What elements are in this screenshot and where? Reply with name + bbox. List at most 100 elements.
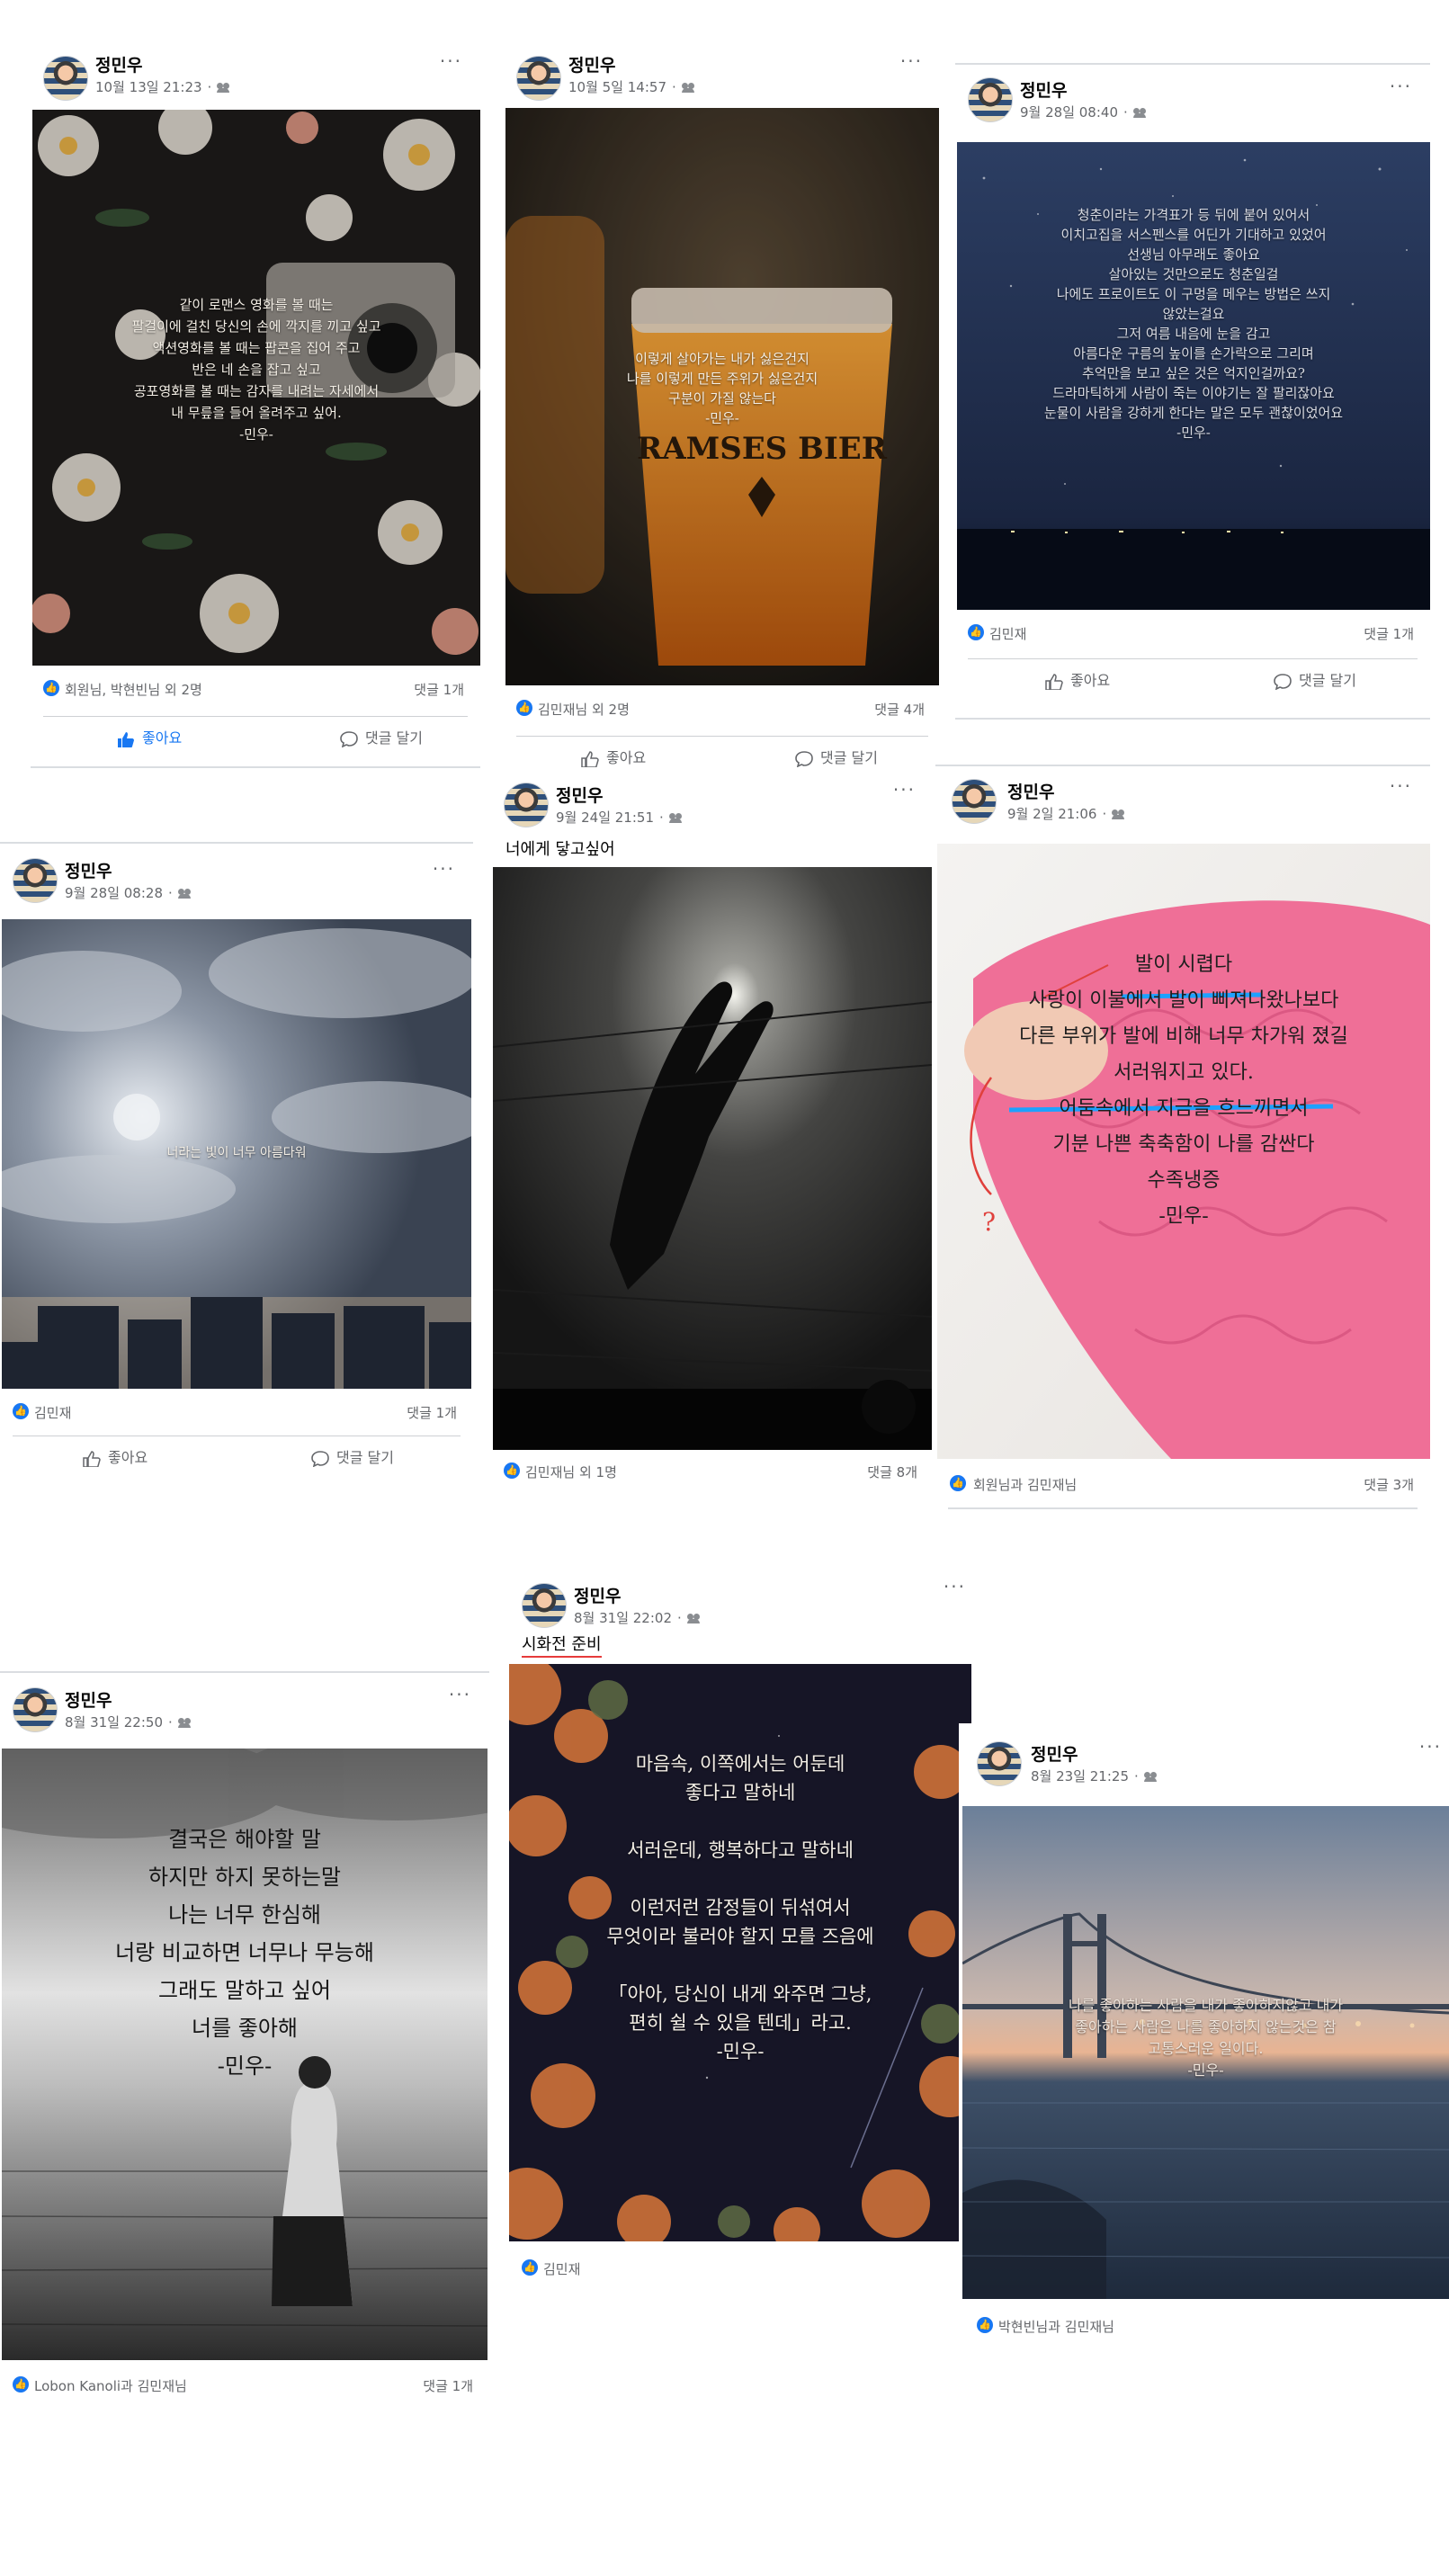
author-name[interactable]: 정민우 bbox=[556, 783, 603, 807]
more-options-button[interactable]: ··· bbox=[1390, 76, 1412, 97]
post-overlay-text: 결국은 해야할 말 하지만 하지 못하는말 나는 너무 한심해 너랑 비교하면 … bbox=[115, 1827, 374, 2079]
author-name[interactable]: 정민우 bbox=[65, 858, 112, 882]
comment-count[interactable]: 댓글 1개 bbox=[423, 2376, 473, 2395]
post-photo[interactable]: 청춘이라는 가격표가 등 뒤에 붙어 있어서 이치고집을 서스펜스를 어딘가 기… bbox=[957, 142, 1430, 610]
post-time[interactable]: 10월 5일 14:57 bbox=[568, 79, 666, 95]
post-time[interactable]: 9월 28일 08:40 bbox=[1020, 104, 1118, 121]
avatar[interactable] bbox=[968, 77, 1013, 122]
reactions-summary[interactable]: 김민재 bbox=[989, 624, 1026, 643]
avatar[interactable] bbox=[977, 1741, 1022, 1786]
comment-count[interactable]: 댓글 4개 bbox=[874, 700, 925, 719]
avatar[interactable] bbox=[522, 1583, 567, 1628]
like-label: 좋아요 bbox=[606, 749, 647, 766]
post-stats: 👍 김민재님 외 2명 댓글 4개 bbox=[504, 691, 941, 727]
avatar[interactable] bbox=[13, 858, 58, 903]
author-name[interactable]: 정민우 bbox=[1020, 77, 1067, 102]
comment-count[interactable]: 댓글 8개 bbox=[867, 1462, 917, 1481]
author-name[interactable]: 정민우 bbox=[568, 52, 615, 76]
thumbs-up-icon bbox=[83, 1450, 101, 1467]
more-options-button[interactable]: ··· bbox=[900, 50, 923, 72]
comment-count[interactable]: 댓글 3개 bbox=[1364, 1475, 1414, 1494]
post-photo[interactable]: 나를 좋아하는 사람을 내가 좋아하지않고 내가 좋아하는 사람은 나를 좋아하… bbox=[962, 1806, 1449, 2299]
reactions-summary[interactable]: 김민재 bbox=[543, 2259, 580, 2278]
post-photo[interactable]: 결국은 해야할 말 하지만 하지 못하는말 나는 너무 한심해 너랑 비교하면 … bbox=[2, 1749, 487, 2360]
comment-button[interactable]: 댓글 달기 bbox=[795, 746, 878, 767]
post-photo[interactable]: 같이 로맨스 영화를 볼 때는 팔걸이에 걸친 당신의 손에 깍지를 끼고 싶고… bbox=[32, 110, 480, 666]
post-time[interactable]: 8월 31일 22:50 bbox=[65, 1714, 163, 1731]
like-label: 좋아요 bbox=[108, 1449, 148, 1466]
post-time[interactable]: 9월 2일 21:06 bbox=[1007, 806, 1096, 822]
comment-count[interactable]: 댓글 1개 bbox=[414, 680, 464, 699]
post-time[interactable]: 8월 31일 22:02 bbox=[574, 1610, 672, 1626]
reactions-summary[interactable]: 회원님, 박현빈님 외 2명 bbox=[65, 680, 202, 699]
post-card: 정민우 9월 28일 08:40 · ··· 청춘이라는 가격표가 등 뒤에 붙어… bbox=[955, 63, 1430, 757]
author-name[interactable]: 정민우 bbox=[1031, 1741, 1078, 1766]
reactions-summary[interactable]: 박현빈님과 김민재님 bbox=[998, 2317, 1114, 2336]
author-name[interactable]: 정민우 bbox=[65, 1687, 112, 1712]
post-header: 정민우 9월 28일 08:28 · ··· bbox=[0, 844, 473, 930]
comment-label: 댓글 달기 bbox=[336, 1449, 394, 1466]
post-meta: 9월 28일 08:28 · bbox=[65, 883, 192, 902]
post-divider bbox=[955, 718, 1430, 720]
like-reaction-icon: 👍 bbox=[13, 2376, 29, 2393]
comment-label: 댓글 달기 bbox=[365, 729, 423, 747]
post-photo[interactable]: 마음속, 이쪽에서는 어둔데 좋다고 말하네 서러운데, 행복하다고 말하네 이… bbox=[509, 1664, 971, 2241]
more-options-button[interactable]: ··· bbox=[433, 858, 455, 880]
more-options-button[interactable]: ··· bbox=[449, 1684, 471, 1705]
avatar[interactable] bbox=[952, 779, 997, 824]
reactions-summary[interactable]: Lobon Kanoli과 김민재님 bbox=[34, 2376, 187, 2395]
post-time[interactable]: 9월 24일 21:51 bbox=[556, 809, 654, 826]
comment-count[interactable]: 댓글 1개 bbox=[407, 1403, 457, 1422]
reactions-summary[interactable]: 회원님과 김민재님 bbox=[973, 1475, 1077, 1494]
author-name[interactable]: 정민우 bbox=[95, 52, 142, 76]
hand-moon-image bbox=[493, 867, 932, 1450]
like-button[interactable]: 좋아요 bbox=[117, 726, 182, 747]
comment-count[interactable]: 댓글 1개 bbox=[1364, 624, 1414, 643]
avatar[interactable] bbox=[13, 1687, 58, 1732]
post-time[interactable]: 9월 28일 08:28 bbox=[65, 885, 163, 901]
friends-icon bbox=[177, 889, 192, 899]
post-photo[interactable]: 너라는 빛이 너무 아름다워 bbox=[2, 919, 471, 1389]
reactions-summary[interactable]: 김민재님 외 1명 bbox=[525, 1462, 617, 1481]
author-name[interactable]: 정민우 bbox=[574, 1583, 621, 1607]
post-time[interactable]: 8월 23일 21:25 bbox=[1031, 1768, 1129, 1784]
comment-button[interactable]: 댓글 달기 bbox=[340, 726, 423, 747]
thumbs-up-icon bbox=[118, 731, 134, 747]
more-options-button[interactable]: ··· bbox=[1419, 1736, 1442, 1758]
comment-button[interactable]: 댓글 달기 bbox=[311, 1445, 394, 1467]
post-photo[interactable]: ? 발이 시렵다 사랑이 이불에서 발이 삐져나왔나보다 다른 부위가 발에 비… bbox=[937, 844, 1430, 1459]
avatar[interactable] bbox=[516, 56, 561, 101]
reactions-summary[interactable]: 김민재님 외 2명 bbox=[538, 700, 630, 719]
post-overlay-text: 같이 로맨스 영화를 볼 때는 팔걸이에 걸친 당신의 손에 깍지를 끼고 싶고… bbox=[131, 297, 381, 443]
comment-icon bbox=[311, 1450, 329, 1467]
author-name[interactable]: 정민우 bbox=[1007, 779, 1054, 803]
post-overlay-text: 발이 시렵다 사랑이 이불에서 발이 삐져나왔나보다 다른 부위가 발에 비해 … bbox=[1019, 953, 1348, 1228]
like-button[interactable]: 좋아요 bbox=[1045, 668, 1110, 690]
reactions-summary[interactable]: 김민재 bbox=[34, 1403, 71, 1422]
like-button[interactable]: 좋아요 bbox=[83, 1445, 148, 1467]
post-meta: 8월 31일 22:02 · bbox=[574, 1608, 701, 1627]
comment-icon bbox=[1274, 673, 1292, 690]
more-options-button[interactable]: ··· bbox=[893, 779, 916, 801]
avatar[interactable] bbox=[43, 56, 88, 101]
thumbs-up-icon bbox=[1045, 673, 1063, 690]
post-header: 정민우 9월 2일 21:06 · ··· bbox=[935, 766, 1430, 853]
post-photo[interactable]: RAMSES BIER 이렇게 살아가는 내가 싫은건지 나를 이렇게 만든 주… bbox=[505, 108, 939, 685]
more-options-button[interactable]: ··· bbox=[1390, 775, 1412, 797]
post-actions: 좋아요 댓글 달기 bbox=[968, 658, 1418, 701]
comment-button[interactable]: 댓글 달기 bbox=[1274, 668, 1356, 690]
friends-icon bbox=[217, 83, 230, 93]
more-options-button[interactable]: ··· bbox=[944, 1576, 966, 1597]
post-overlay-text: 나를 좋아하는 사람을 내가 좋아하지않고 내가 좋아하는 사람은 나를 좋아하… bbox=[1068, 1997, 1344, 2079]
avatar[interactable] bbox=[504, 783, 549, 827]
like-button[interactable]: 좋아요 bbox=[581, 746, 646, 767]
post-stats: 👍 김민재 댓글 1개 bbox=[0, 1394, 473, 1430]
post-time[interactable]: 10월 13일 21:23 bbox=[95, 79, 202, 95]
post-card: 정민우 8월 31일 22:02 · ··· 시화전 준비 마음속, 이쪽에서는 … bbox=[509, 1567, 971, 2322]
post-overlay-text: 청춘이라는 가격표가 등 뒤에 붙어 있어서 이치고집을 서스펜스를 어딘가 기… bbox=[1043, 207, 1344, 441]
more-options-button[interactable]: ··· bbox=[440, 50, 462, 72]
post-card: 정민우 10월 5일 14:57 · ··· RAMSES BIER 이렇게 살아… bbox=[504, 36, 941, 767]
post-header: 정민우 8월 23일 21:25 · ··· bbox=[959, 1723, 1449, 1810]
post-photo[interactable] bbox=[493, 867, 932, 1450]
post-card: 정민우 9월 24일 21:51 · ··· 너에게 닿고싶어 👍 김민재님 외 … bbox=[491, 772, 934, 1491]
